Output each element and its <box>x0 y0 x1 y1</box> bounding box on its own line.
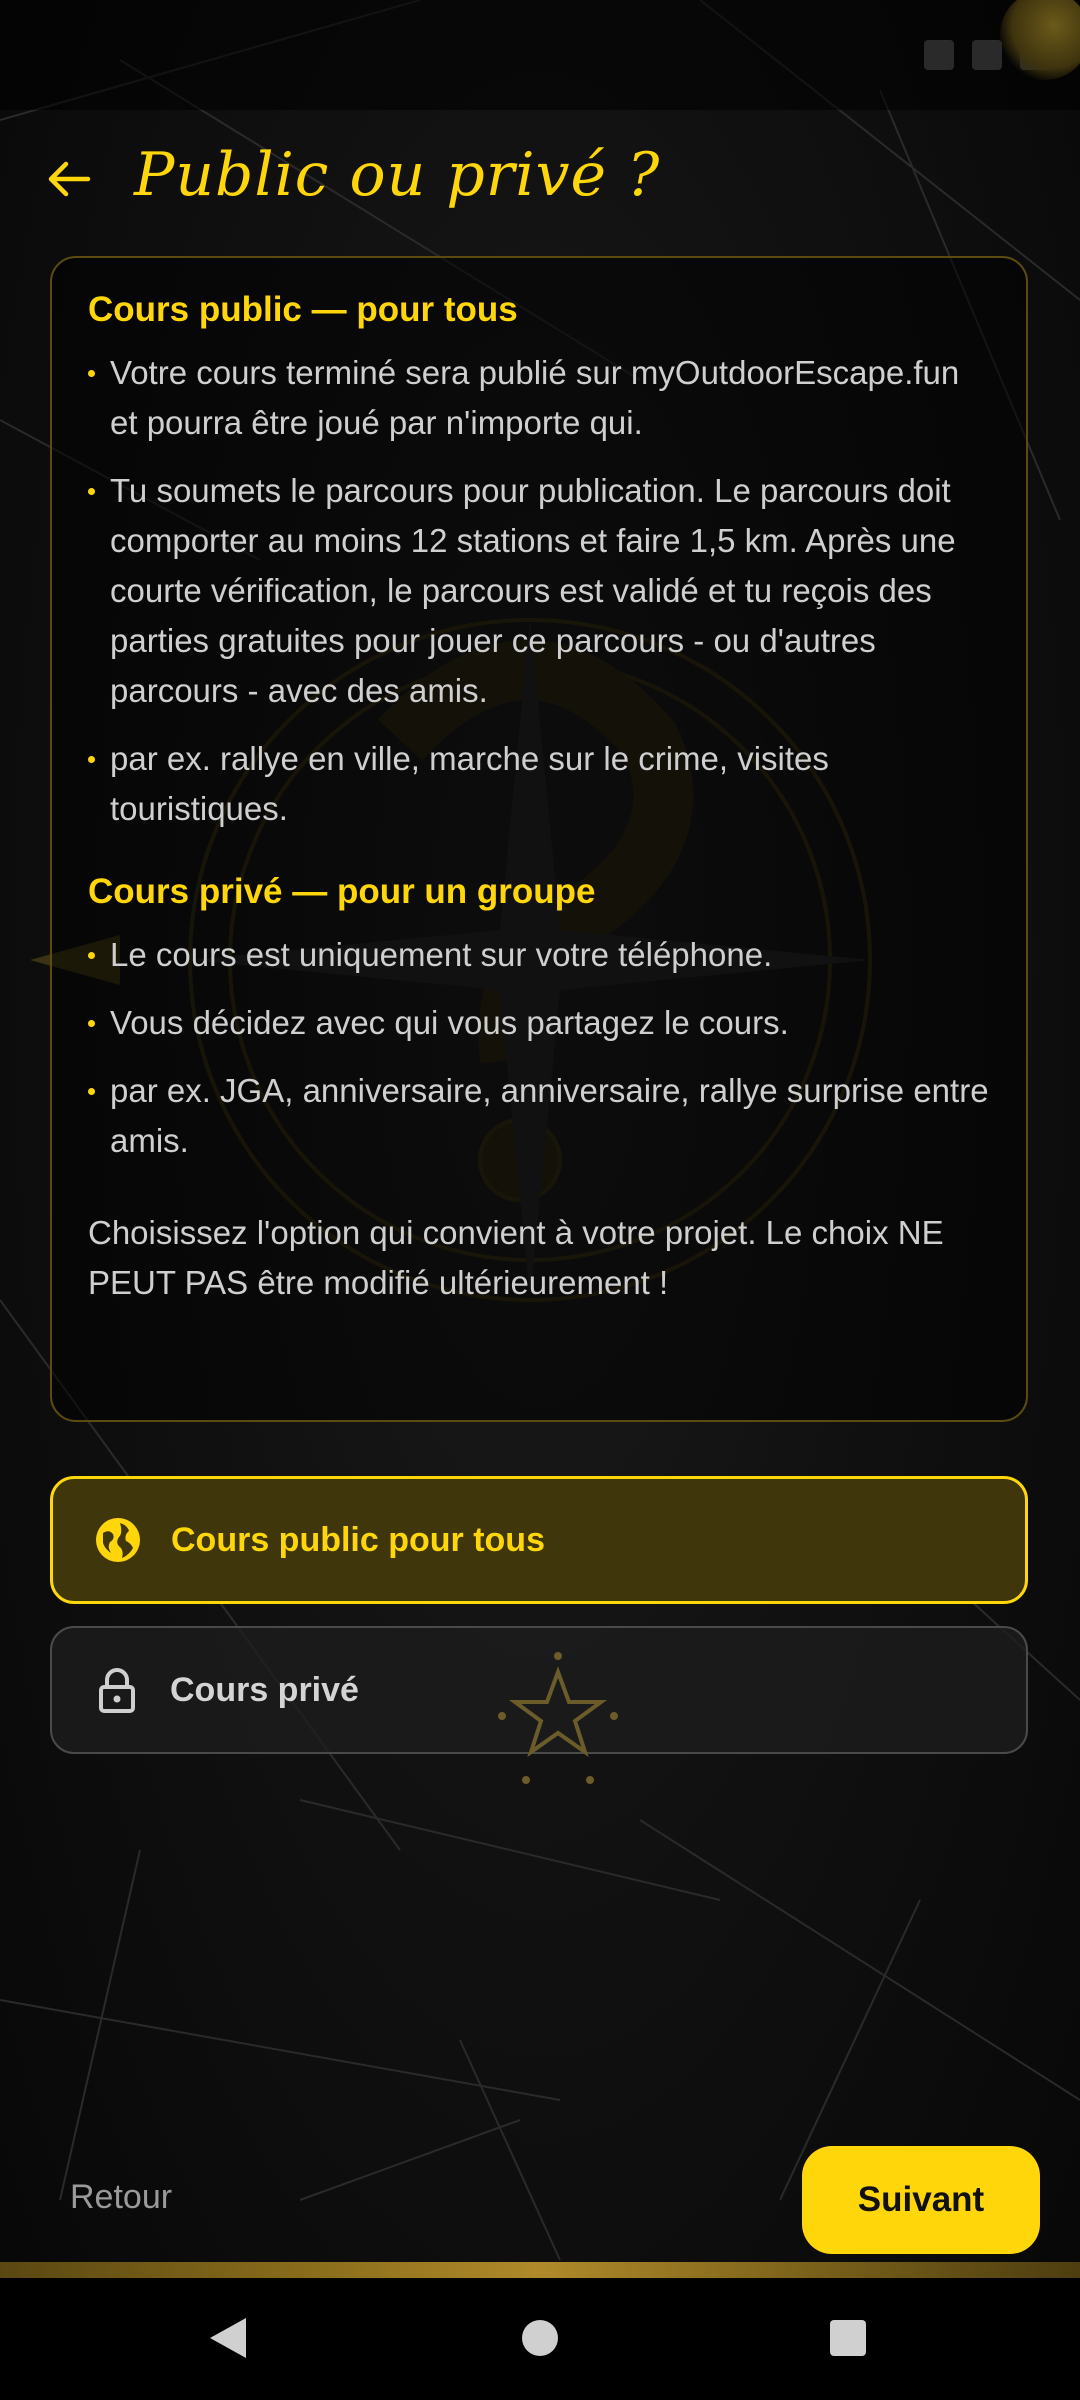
bullet-icon <box>88 1088 95 1095</box>
list-item: par ex. JGA, anniversaire, anniversaire,… <box>88 1066 990 1166</box>
next-button[interactable]: Suivant <box>802 2146 1040 2254</box>
list-item: Vous décidez avec qui vous partagez le c… <box>88 998 990 1048</box>
private-section-title: Cours privé — pour un groupe <box>88 872 596 911</box>
bullet-icon <box>88 756 95 763</box>
list-item: Le cours est uniquement sur votre téléph… <box>88 930 990 980</box>
back-button[interactable]: Retour <box>70 2178 172 2217</box>
bullet-text: par ex. JGA, anniversaire, anniversaire,… <box>110 1072 989 1159</box>
bullet-text: Vous décidez avec qui vous partagez le c… <box>110 1004 789 1041</box>
page-title: Public ou privé ? <box>134 140 661 210</box>
bullet-text: Le cours est uniquement sur votre téléph… <box>110 936 773 973</box>
bullet-text: Votre cours terminé sera publié sur myOu… <box>110 354 960 441</box>
screen: Public ou privé ? Cours public — pour to… <box>0 0 1080 2400</box>
public-course-option[interactable]: Cours public pour tous <box>50 1476 1028 1604</box>
bullet-icon <box>88 1020 95 1027</box>
choice-warning-note: Choisissez l'option qui convient à votre… <box>88 1214 944 1301</box>
globe-icon <box>96 1518 140 1562</box>
private-course-option[interactable]: Cours privé <box>50 1626 1028 1754</box>
list-item: par ex. rallye en ville, marche sur le c… <box>88 734 990 834</box>
private-option-label: Cours privé <box>170 1670 359 1709</box>
wifi-icon <box>972 40 1002 70</box>
lock-icon <box>99 1668 135 1713</box>
system-nav-bar <box>0 2278 1080 2400</box>
public-section-title: Cours public — pour tous <box>88 290 518 329</box>
list-item: Votre cours terminé sera publié sur myOu… <box>88 348 990 448</box>
list-item: Tu soumets le parcours pour publication.… <box>88 466 990 716</box>
private-bullet-list: Le cours est uniquement sur votre téléph… <box>88 930 990 1166</box>
nav-recents-icon[interactable] <box>818 2308 878 2368</box>
public-option-label: Cours public pour tous <box>171 1520 545 1559</box>
signal-icon <box>924 40 954 70</box>
nav-back-icon[interactable] <box>198 2308 258 2368</box>
back-arrow-icon[interactable] <box>46 156 92 202</box>
bullet-text: par ex. rallye en ville, marche sur le c… <box>110 740 829 827</box>
header: Public ou privé ? <box>0 130 1080 230</box>
bullet-icon <box>88 370 95 377</box>
status-bar <box>0 0 1080 110</box>
gold-strip-divider <box>0 2262 1080 2278</box>
nav-home-icon[interactable] <box>510 2308 570 2368</box>
info-card: Cours public — pour tous Votre cours ter… <box>50 256 1028 1422</box>
bullet-icon <box>88 488 95 495</box>
bullet-text: Tu soumets le parcours pour publication.… <box>110 472 956 709</box>
public-bullet-list: Votre cours terminé sera publié sur myOu… <box>88 348 990 834</box>
bullet-icon <box>88 952 95 959</box>
